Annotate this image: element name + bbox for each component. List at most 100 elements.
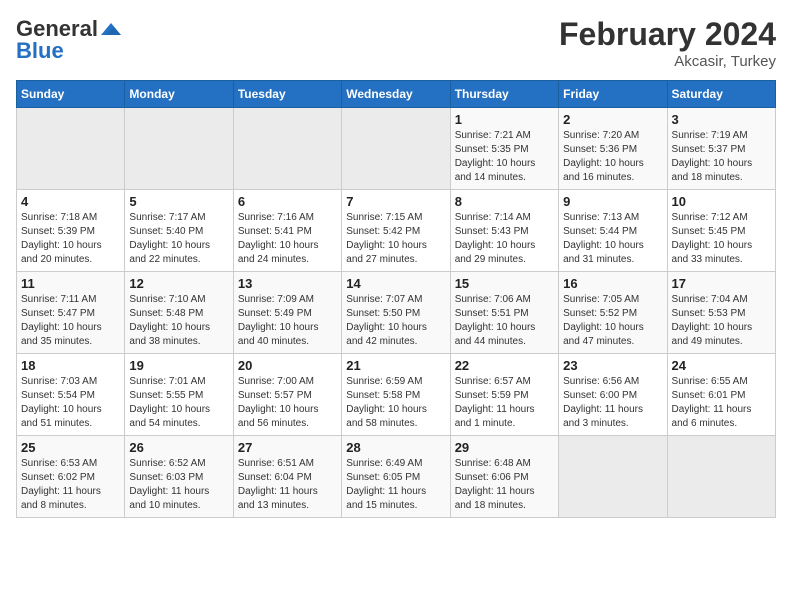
calendar-day: 4 Sunrise: 7:18 AM Sunset: 5:39 PM Daylig…	[17, 190, 125, 272]
col-header-tuesday: Tuesday	[233, 81, 341, 108]
calendar-week-row: 18Sunrise: 7:03 AM Sunset: 5:54 PM Dayli…	[17, 354, 776, 436]
calendar-day: 19 Sunrise: 7:01 AM Sunset: 5:55 PM Dayli…	[125, 354, 233, 436]
calendar-day: 12 Sunrise: 7:10 AM Sunset: 5:48 PM Dayli…	[125, 272, 233, 354]
calendar-day: 8 Sunrise: 7:14 AM Sunset: 5:43 PM Daylig…	[450, 190, 558, 272]
day-info: Sunrise: 6:48 AM Sunset: 6:06 PM Dayligh…	[455, 457, 554, 513]
day-number: 28	[346, 440, 445, 455]
day-number: 25	[21, 440, 120, 455]
day-number: 8	[455, 194, 554, 209]
calendar-day	[17, 108, 125, 190]
day-number: 14	[346, 276, 445, 291]
day-info: Sunrise: 7:19 AM Sunset: 5:37 PM Dayligh…	[672, 129, 771, 185]
logo: General Blue	[16, 16, 121, 64]
calendar-day	[125, 108, 233, 190]
page-header: General Blue February 2024 Akcasir, Turk…	[16, 16, 776, 70]
day-number: 19	[129, 358, 228, 373]
day-info: Sunrise: 7:18 AM Sunset: 5:39 PM Dayligh…	[21, 211, 120, 267]
day-number: 9	[563, 194, 662, 209]
col-header-friday: Friday	[559, 81, 667, 108]
calendar-day	[559, 436, 667, 518]
day-info: Sunrise: 7:13 AM Sunset: 5:44 PM Dayligh…	[563, 211, 662, 267]
calendar-day: 3 Sunrise: 7:19 AM Sunset: 5:37 PM Daylig…	[667, 108, 775, 190]
main-title: February 2024	[559, 16, 776, 53]
calendar-day: 5 Sunrise: 7:17 AM Sunset: 5:40 PM Daylig…	[125, 190, 233, 272]
calendar-day: 18Sunrise: 7:03 AM Sunset: 5:54 PM Dayli…	[17, 354, 125, 436]
day-number: 6	[238, 194, 337, 209]
title-block: February 2024 Akcasir, Turkey	[559, 16, 776, 70]
logo-icon	[101, 21, 121, 37]
calendar-day: 7 Sunrise: 7:15 AM Sunset: 5:42 PM Daylig…	[342, 190, 450, 272]
calendar-day: 9 Sunrise: 7:13 AM Sunset: 5:44 PM Daylig…	[559, 190, 667, 272]
col-header-wednesday: Wednesday	[342, 81, 450, 108]
calendar-day: 16 Sunrise: 7:05 AM Sunset: 5:52 PM Dayli…	[559, 272, 667, 354]
day-number: 20	[238, 358, 337, 373]
day-info: Sunrise: 7:11 AM Sunset: 5:47 PM Dayligh…	[21, 293, 120, 349]
day-number: 11	[21, 276, 120, 291]
calendar-day: 24 Sunrise: 6:55 AM Sunset: 6:01 PM Dayli…	[667, 354, 775, 436]
day-info: Sunrise: 7:04 AM Sunset: 5:53 PM Dayligh…	[672, 293, 771, 349]
day-info: Sunrise: 7:10 AM Sunset: 5:48 PM Dayligh…	[129, 293, 228, 349]
calendar-day: 28 Sunrise: 6:49 AM Sunset: 6:05 PM Dayli…	[342, 436, 450, 518]
day-info: Sunrise: 7:12 AM Sunset: 5:45 PM Dayligh…	[672, 211, 771, 267]
day-info: Sunrise: 6:49 AM Sunset: 6:05 PM Dayligh…	[346, 457, 445, 513]
day-info: Sunrise: 6:55 AM Sunset: 6:01 PM Dayligh…	[672, 375, 771, 431]
day-number: 29	[455, 440, 554, 455]
col-header-sunday: Sunday	[17, 81, 125, 108]
day-number: 12	[129, 276, 228, 291]
subtitle: Akcasir, Turkey	[559, 53, 776, 70]
day-number: 5	[129, 194, 228, 209]
day-number: 4	[21, 194, 120, 209]
day-number: 16	[563, 276, 662, 291]
day-number: 22	[455, 358, 554, 373]
day-info: Sunrise: 7:20 AM Sunset: 5:36 PM Dayligh…	[563, 129, 662, 185]
day-info: Sunrise: 7:17 AM Sunset: 5:40 PM Dayligh…	[129, 211, 228, 267]
day-number: 24	[672, 358, 771, 373]
day-info: Sunrise: 7:21 AM Sunset: 5:35 PM Dayligh…	[455, 129, 554, 185]
calendar-header-row: SundayMondayTuesdayWednesdayThursdayFrid…	[17, 81, 776, 108]
calendar-week-row: 25 Sunrise: 6:53 AM Sunset: 6:02 PM Dayli…	[17, 436, 776, 518]
day-number: 2	[563, 112, 662, 127]
day-info: Sunrise: 7:05 AM Sunset: 5:52 PM Dayligh…	[563, 293, 662, 349]
day-number: 23	[563, 358, 662, 373]
day-info: Sunrise: 7:01 AM Sunset: 5:55 PM Dayligh…	[129, 375, 228, 431]
day-number: 1	[455, 112, 554, 127]
day-info: Sunrise: 6:56 AM Sunset: 6:00 PM Dayligh…	[563, 375, 662, 431]
calendar-week-row: 1 Sunrise: 7:21 AM Sunset: 5:35 PM Daylig…	[17, 108, 776, 190]
day-info: Sunrise: 7:06 AM Sunset: 5:51 PM Dayligh…	[455, 293, 554, 349]
day-info: Sunrise: 7:16 AM Sunset: 5:41 PM Dayligh…	[238, 211, 337, 267]
calendar-day: 17 Sunrise: 7:04 AM Sunset: 5:53 PM Dayli…	[667, 272, 775, 354]
col-header-monday: Monday	[125, 81, 233, 108]
day-info: Sunrise: 6:57 AM Sunset: 5:59 PM Dayligh…	[455, 375, 554, 431]
day-info: Sunrise: 7:03 AM Sunset: 5:54 PM Dayligh…	[21, 375, 120, 431]
day-info: Sunrise: 6:52 AM Sunset: 6:03 PM Dayligh…	[129, 457, 228, 513]
calendar-table: SundayMondayTuesdayWednesdayThursdayFrid…	[16, 80, 776, 518]
col-header-saturday: Saturday	[667, 81, 775, 108]
calendar-day: 23 Sunrise: 6:56 AM Sunset: 6:00 PM Dayli…	[559, 354, 667, 436]
calendar-day	[342, 108, 450, 190]
day-number: 21	[346, 358, 445, 373]
day-info: Sunrise: 6:53 AM Sunset: 6:02 PM Dayligh…	[21, 457, 120, 513]
calendar-day: 21 Sunrise: 6:59 AM Sunset: 5:58 PM Dayli…	[342, 354, 450, 436]
calendar-day: 2 Sunrise: 7:20 AM Sunset: 5:36 PM Daylig…	[559, 108, 667, 190]
day-number: 7	[346, 194, 445, 209]
calendar-week-row: 4 Sunrise: 7:18 AM Sunset: 5:39 PM Daylig…	[17, 190, 776, 272]
day-number: 17	[672, 276, 771, 291]
day-info: Sunrise: 6:51 AM Sunset: 6:04 PM Dayligh…	[238, 457, 337, 513]
day-number: 15	[455, 276, 554, 291]
day-info: Sunrise: 7:00 AM Sunset: 5:57 PM Dayligh…	[238, 375, 337, 431]
calendar-day: 1 Sunrise: 7:21 AM Sunset: 5:35 PM Daylig…	[450, 108, 558, 190]
day-info: Sunrise: 6:59 AM Sunset: 5:58 PM Dayligh…	[346, 375, 445, 431]
day-number: 13	[238, 276, 337, 291]
calendar-day: 20 Sunrise: 7:00 AM Sunset: 5:57 PM Dayli…	[233, 354, 341, 436]
calendar-week-row: 11 Sunrise: 7:11 AM Sunset: 5:47 PM Dayli…	[17, 272, 776, 354]
day-info: Sunrise: 7:14 AM Sunset: 5:43 PM Dayligh…	[455, 211, 554, 267]
calendar-day: 27Sunrise: 6:51 AM Sunset: 6:04 PM Dayli…	[233, 436, 341, 518]
day-info: Sunrise: 7:09 AM Sunset: 5:49 PM Dayligh…	[238, 293, 337, 349]
calendar-day: 26Sunrise: 6:52 AM Sunset: 6:03 PM Dayli…	[125, 436, 233, 518]
calendar-day: 22 Sunrise: 6:57 AM Sunset: 5:59 PM Dayli…	[450, 354, 558, 436]
day-info: Sunrise: 7:15 AM Sunset: 5:42 PM Dayligh…	[346, 211, 445, 267]
day-number: 10	[672, 194, 771, 209]
day-number: 3	[672, 112, 771, 127]
col-header-thursday: Thursday	[450, 81, 558, 108]
calendar-day: 25 Sunrise: 6:53 AM Sunset: 6:02 PM Dayli…	[17, 436, 125, 518]
